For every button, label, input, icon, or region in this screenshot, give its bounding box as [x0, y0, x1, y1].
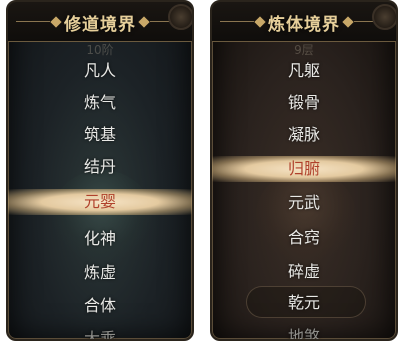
- realm-item[interactable]: 合窍: [212, 225, 396, 251]
- realm-item[interactable]: 炼虚: [8, 260, 192, 286]
- panel-header: 炼体境界: [212, 2, 396, 42]
- realm-item[interactable]: 锻骨: [212, 90, 396, 116]
- realm-item-selected[interactable]: 元婴: [8, 189, 192, 215]
- panel-title: 修道境界: [64, 15, 136, 35]
- realm-item[interactable]: 大乘: [8, 326, 192, 339]
- corner-medallion-icon: [168, 4, 192, 30]
- realm-item[interactable]: 元武: [212, 190, 396, 216]
- realm-item[interactable]: 地煞: [212, 324, 396, 339]
- panel-header: 修道境界: [8, 2, 192, 42]
- realm-item[interactable]: 炼气: [8, 90, 192, 116]
- corner-medallion-icon: [372, 4, 396, 30]
- realm-item[interactable]: 合体: [8, 293, 192, 319]
- realm-item[interactable]: 凝脉: [212, 122, 396, 148]
- realm-item[interactable]: 碎虚: [212, 259, 396, 285]
- realm-item[interactable]: 乾元: [212, 290, 396, 316]
- realm-item[interactable]: 化神: [8, 226, 192, 252]
- realm-item-selected[interactable]: 归腑: [212, 156, 396, 182]
- panel-title: 炼体境界: [268, 15, 340, 35]
- realm-item[interactable]: 筑基: [8, 122, 192, 148]
- cultivation-realm-panel: 修道境界 10阶 凡人 炼气 筑基 结丹 元婴 化神 炼虚 合体 大乘: [6, 0, 194, 341]
- body-tempering-realm-panel: 炼体境界 9层 凡躯 锻骨 凝脉 归腑 元武 合窍 碎虚 乾元 地煞: [210, 0, 398, 341]
- realm-item[interactable]: 凡躯: [212, 58, 396, 84]
- realm-tier-label: 10阶: [86, 43, 114, 57]
- realm-tier-label: 9层: [294, 43, 314, 57]
- realm-item[interactable]: 结丹: [8, 154, 192, 180]
- realm-item[interactable]: 凡人: [8, 58, 192, 84]
